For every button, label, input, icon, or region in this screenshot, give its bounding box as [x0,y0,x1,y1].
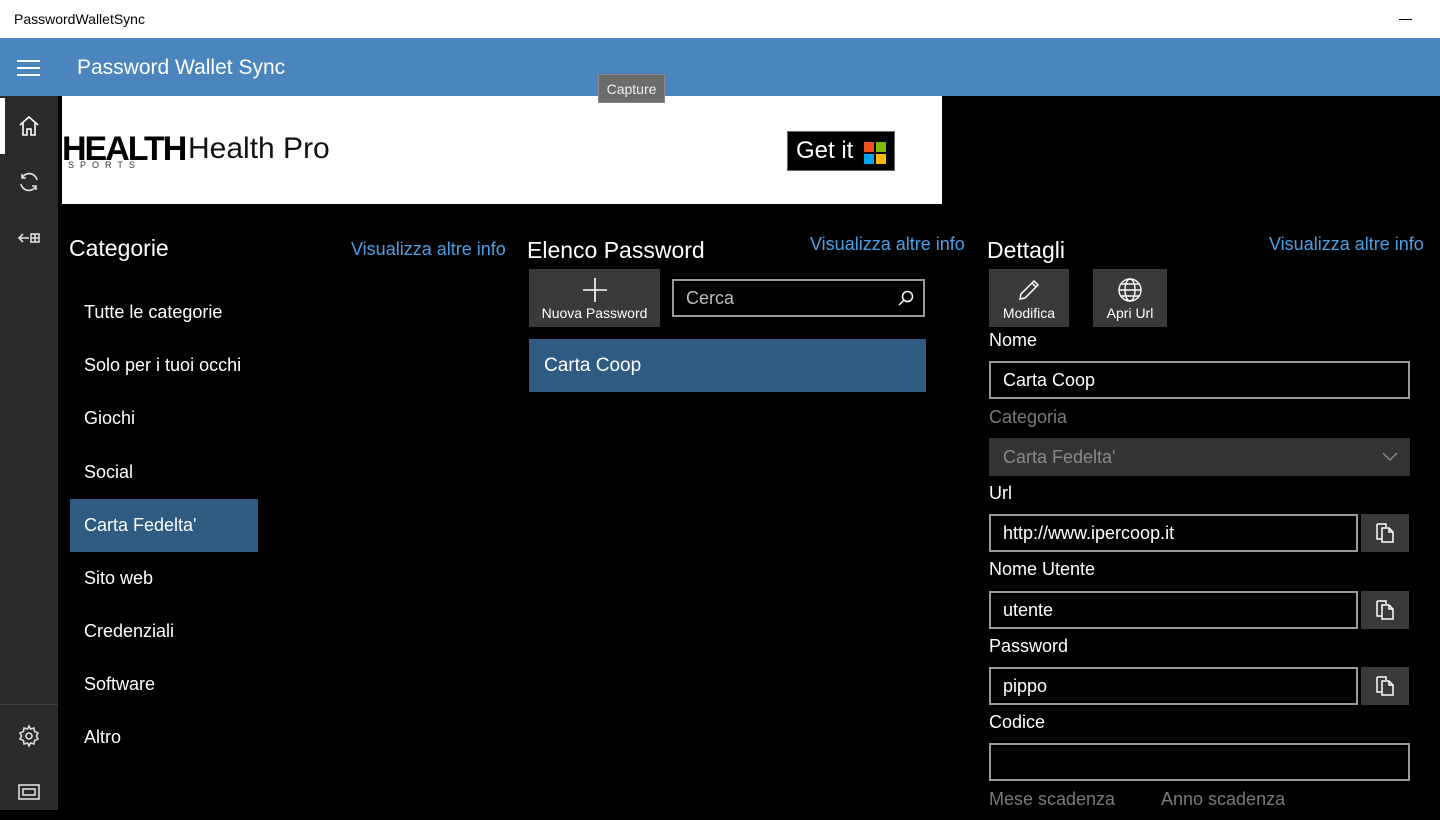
ad-get-it-button[interactable]: Get it [787,131,895,171]
copy-icon [1376,600,1394,620]
search-box[interactable] [672,279,925,317]
window-titlebar: PasswordWalletSync [0,0,1440,38]
chevron-down-icon [1382,452,1398,462]
category-item[interactable]: Credenziali [70,605,258,658]
category-dropdown[interactable]: Carta Fedelta' [989,438,1410,476]
password-list-title: Elenco Password [527,237,705,263]
password-list-item[interactable]: Carta Coop [529,339,926,392]
pencil-icon [1019,279,1040,300]
category-item[interactable]: Altro [70,711,258,764]
edit-button[interactable]: Modifica [989,269,1069,327]
category-item[interactable]: Giochi [70,392,258,445]
left-nav-rail [0,96,58,810]
category-item[interactable]: Social [70,446,258,499]
minimize-button[interactable] [1392,8,1420,30]
username-label: Nome Utente [989,559,1096,579]
category-item[interactable]: Sito web [70,552,258,605]
settings-gear-icon[interactable] [0,708,58,764]
expiry-month-label: Mese scadenza [989,789,1116,809]
expiry-year-label: Anno scadenza [1161,789,1286,809]
microsoft-logo-icon [864,142,886,164]
open-url-label: Apri Url [1106,305,1154,321]
plus-icon [582,278,607,302]
globe-icon [1118,278,1142,302]
edit-label: Modifica [1002,305,1056,321]
copy-username-button[interactable] [1361,591,1409,629]
password-field[interactable]: pippo [989,667,1358,705]
app-title: Password Wallet Sync [77,56,286,79]
code-label: Codice [989,712,1046,732]
categories-more-link[interactable]: Visualizza altre info [351,239,506,260]
screen-icon[interactable] [0,764,58,820]
home-icon[interactable] [0,98,58,154]
copy-icon [1376,676,1394,696]
new-password-button[interactable]: Nuova Password [529,269,660,327]
url-label: Url [989,483,1012,503]
copy-icon [1376,523,1394,543]
category-item[interactable]: Solo per i tuoi occhi [70,339,258,392]
hamburger-menu-icon[interactable] [14,56,42,78]
password-label: Password [989,636,1069,656]
url-field[interactable]: http://www.ipercoop.it [989,514,1358,552]
category-label: Categoria [989,407,1068,427]
open-url-button[interactable]: Apri Url [1093,269,1167,327]
import-icon[interactable] [0,210,58,266]
search-icon[interactable] [897,289,915,307]
window-title: PasswordWalletSync [14,11,145,27]
ad-logo-sub: SPORTS [68,160,141,170]
details-title: Dettagli [987,237,1065,263]
categories-title: Categorie [69,235,169,261]
details-more-link[interactable]: Visualizza altre info [1269,234,1424,255]
name-field[interactable]: Carta Coop [989,361,1410,399]
category-dropdown-value: Carta Fedelta' [1003,447,1116,467]
new-password-label: Nuova Password [541,305,648,321]
capture-tooltip: Capture [598,74,665,103]
name-label: Nome [989,330,1038,350]
ad-get-it-label: Get it [796,137,854,164]
copy-password-button[interactable] [1361,667,1409,705]
search-input[interactable] [674,281,894,315]
copy-url-button[interactable] [1361,514,1409,552]
app-header: Password Wallet Sync [0,38,1440,96]
code-field[interactable] [989,743,1410,781]
sync-icon[interactable] [0,154,58,210]
username-field[interactable]: utente [989,591,1358,629]
category-item[interactable]: Software [70,658,258,711]
category-item[interactable]: Tutte le categorie [70,286,258,339]
ad-banner[interactable]: HEALTH SPORTS Health Pro Get it [62,96,942,204]
password-list-more-link[interactable]: Visualizza altre info [810,234,965,255]
ad-title: Health Pro [188,132,330,165]
category-item-selected[interactable]: Carta Fedelta' [70,499,258,552]
nav-divider [0,704,58,705]
